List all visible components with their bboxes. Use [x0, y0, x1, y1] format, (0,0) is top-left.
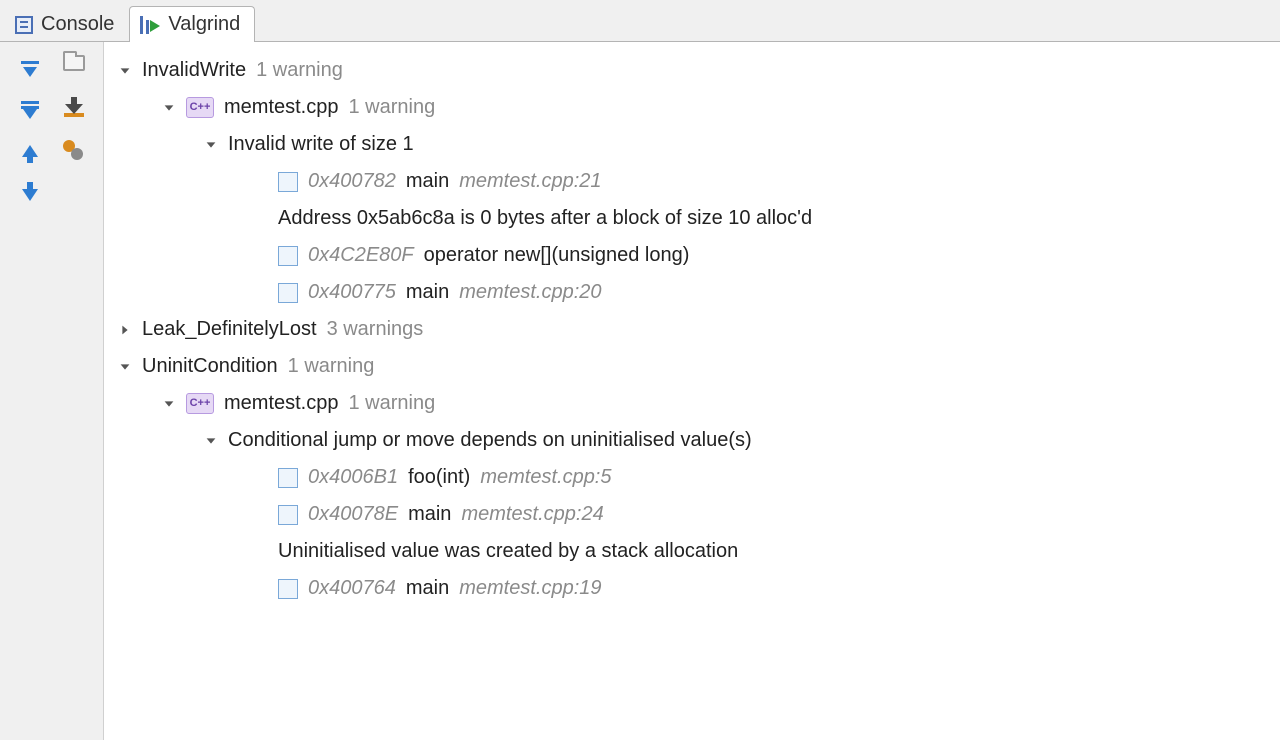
aux-message-row[interactable]: Address 0x5ab6c8a is 0 bytes after a blo…: [104, 200, 1280, 237]
stack-frame-icon: [278, 505, 298, 525]
expand-all-button[interactable]: [19, 52, 41, 74]
chevron-down-icon[interactable]: [204, 138, 218, 152]
settings-button[interactable]: [63, 140, 85, 162]
frame-address: 0x40078E: [308, 499, 398, 530]
stack-frame-row[interactable]: 0x4C2E80F operator new[](unsigned long): [104, 237, 1280, 274]
tab-bar: Console Valgrind: [0, 0, 1280, 42]
prev-error-button[interactable]: [19, 140, 41, 162]
file-name: memtest.cpp: [224, 92, 338, 123]
console-icon: [15, 16, 33, 34]
cpp-file-icon: C++: [186, 393, 214, 414]
error-group-count: 1 warning: [288, 351, 375, 382]
frame-function: foo(int): [408, 462, 470, 493]
error-group-count: 3 warnings: [327, 314, 424, 345]
chevron-right-icon[interactable]: [118, 323, 132, 337]
stack-frame-icon: [278, 579, 298, 599]
message-row[interactable]: Conditional jump or move depends on unin…: [104, 422, 1280, 459]
frame-function: main: [406, 573, 449, 604]
stack-frame-icon: [278, 246, 298, 266]
chevron-down-icon[interactable]: [118, 64, 132, 78]
error-group-name: UninitCondition: [142, 351, 278, 382]
tab-console-label: Console: [41, 13, 114, 36]
error-group-row[interactable]: UninitCondition 1 warning: [104, 348, 1280, 385]
frame-location: memtest.cpp:19: [459, 573, 601, 604]
error-group-name: InvalidWrite: [142, 55, 246, 86]
chevron-down-icon[interactable]: [118, 360, 132, 374]
file-name: memtest.cpp: [224, 388, 338, 419]
error-group-count: 1 warning: [256, 55, 343, 86]
stack-frame-row[interactable]: 0x4006B1 foo(int) memtest.cpp:5: [104, 459, 1280, 496]
valgrind-icon: [140, 16, 160, 34]
next-error-button[interactable]: [19, 184, 41, 206]
frame-location: memtest.cpp:21: [459, 166, 601, 197]
message-text: Conditional jump or move depends on unin…: [228, 425, 752, 456]
frame-function: main: [408, 499, 451, 530]
frame-function: main: [406, 166, 449, 197]
chevron-down-icon[interactable]: [204, 434, 218, 448]
error-group-row[interactable]: Leak_DefinitelyLost 3 warnings: [104, 311, 1280, 348]
side-toolbar: [0, 42, 104, 740]
folder-button[interactable]: [63, 52, 85, 74]
aux-message-text: Uninitialised value was created by a sta…: [278, 536, 738, 567]
frame-function: main: [406, 277, 449, 308]
error-group-row[interactable]: InvalidWrite 1 warning: [104, 52, 1280, 89]
frame-location: memtest.cpp:24: [461, 499, 603, 530]
aux-message-text: Address 0x5ab6c8a is 0 bytes after a blo…: [278, 203, 812, 234]
frame-address: 0x4C2E80F: [308, 240, 414, 271]
frame-address: 0x400764: [308, 573, 396, 604]
aux-message-row[interactable]: Uninitialised value was created by a sta…: [104, 533, 1280, 570]
file-row[interactable]: C++ memtest.cpp 1 warning: [104, 89, 1280, 126]
collapse-all-button[interactable]: [19, 96, 41, 118]
stack-frame-row[interactable]: 0x400775 main memtest.cpp:20: [104, 274, 1280, 311]
error-group-name: Leak_DefinitelyLost: [142, 314, 317, 345]
chevron-down-icon[interactable]: [162, 101, 176, 115]
frame-function: operator new[](unsigned long): [424, 240, 690, 271]
frame-address: 0x4006B1: [308, 462, 398, 493]
stack-frame-row[interactable]: 0x400764 main memtest.cpp:19: [104, 570, 1280, 607]
tab-valgrind[interactable]: Valgrind: [129, 6, 255, 42]
file-count: 1 warning: [348, 92, 435, 123]
issues-tree: InvalidWrite 1 warning C++ memtest.cpp 1 war…: [104, 42, 1280, 740]
message-text: Invalid write of size 1: [228, 129, 414, 160]
cpp-file-icon: C++: [186, 97, 214, 118]
message-row[interactable]: Invalid write of size 1: [104, 126, 1280, 163]
frame-address: 0x400782: [308, 166, 396, 197]
frame-address: 0x400775: [308, 277, 396, 308]
stack-frame-row[interactable]: 0x40078E main memtest.cpp:24: [104, 496, 1280, 533]
frame-location: memtest.cpp:20: [459, 277, 601, 308]
stack-frame-icon: [278, 283, 298, 303]
tab-valgrind-label: Valgrind: [168, 13, 240, 36]
file-row[interactable]: C++ memtest.cpp 1 warning: [104, 385, 1280, 422]
frame-location: memtest.cpp:5: [480, 462, 611, 493]
stack-frame-row[interactable]: 0x400782 main memtest.cpp:21: [104, 163, 1280, 200]
download-button[interactable]: [63, 96, 85, 118]
file-count: 1 warning: [348, 388, 435, 419]
stack-frame-icon: [278, 468, 298, 488]
stack-frame-icon: [278, 172, 298, 192]
tab-console[interactable]: Console: [4, 6, 129, 42]
chevron-down-icon[interactable]: [162, 397, 176, 411]
